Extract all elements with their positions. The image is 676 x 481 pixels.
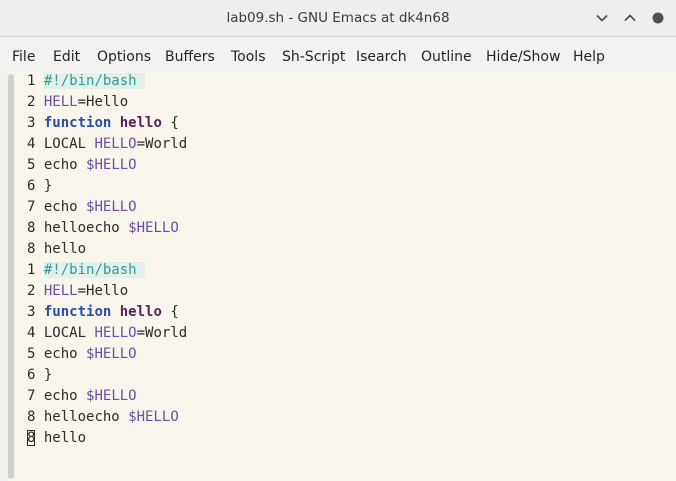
close-button[interactable] <box>649 9 667 27</box>
menu-help[interactable]: Help <box>573 37 605 72</box>
code-token: =Hello <box>77 283 129 299</box>
menu-edit[interactable]: Edit <box>53 37 80 72</box>
menu-options[interactable]: Options <box>97 37 151 72</box>
menu-tools[interactable]: Tools <box>231 37 266 72</box>
code-token: $HELLO <box>86 346 137 362</box>
code-token: #!/bin/bash <box>43 73 145 89</box>
line-number: 1 <box>27 262 36 278</box>
code-line[interactable]: 1 #!/bin/bash <box>27 71 145 92</box>
line-number: 2 <box>27 283 36 299</box>
maximize-button[interactable] <box>621 9 639 27</box>
line-number: 4 <box>27 325 36 341</box>
title-bar[interactable]: lab09.sh - GNU Emacs at dk4n68 <box>0 0 676 37</box>
line-number: 8 <box>27 241 36 257</box>
code-token: function <box>43 115 112 131</box>
code-token: $HELLO <box>86 157 137 173</box>
code-token: HELL <box>43 94 78 110</box>
code-line[interactable]: 8 hello <box>27 428 86 449</box>
code-line[interactable]: 6 } <box>27 365 52 386</box>
code-token: $HELLO <box>128 220 179 236</box>
code-token: HELLO <box>94 136 137 152</box>
code-token: } <box>43 367 53 383</box>
code-token: echo <box>43 346 87 362</box>
code-line[interactable]: 8 helloecho $HELLO <box>27 407 179 428</box>
code-token: LOCAL <box>43 325 95 341</box>
code-token: LOCAL <box>43 136 95 152</box>
code-line[interactable]: 4 LOCAL HELLO=World <box>27 323 187 344</box>
code-token: $HELLO <box>128 409 179 425</box>
chevron-up-icon <box>624 14 636 22</box>
line-number: 7 <box>27 388 36 404</box>
emacs-window: lab09.sh - GNU Emacs at dk4n68 File Edit… <box>0 0 676 481</box>
code-line[interactable]: 7 echo $HELLO <box>27 386 137 407</box>
code-token: hello <box>43 430 87 446</box>
code-line[interactable]: 3 function hello { <box>27 302 179 323</box>
line-number: 1 <box>27 73 36 89</box>
chevron-down-icon <box>596 14 608 22</box>
code-line[interactable]: 8 hello <box>27 239 86 260</box>
code-token: function <box>43 304 112 320</box>
code-token: #!/bin/bash <box>43 262 145 278</box>
code-line[interactable]: 4 LOCAL HELLO=World <box>27 134 187 155</box>
line-number: 2 <box>27 94 36 110</box>
code-line[interactable]: 1 #!/bin/bash <box>27 260 145 281</box>
code-line[interactable]: 5 echo $HELLO <box>27 155 137 176</box>
window-title: lab09.sh - GNU Emacs at dk4n68 <box>226 10 450 26</box>
menu-bar: File Edit Options Buffers Tools Sh-Scrip… <box>0 37 676 72</box>
code-token: } <box>43 178 53 194</box>
menu-sh-script[interactable]: Sh-Script <box>282 37 345 72</box>
code-token: $HELLO <box>86 388 137 404</box>
code-line[interactable]: 6 } <box>27 176 52 197</box>
code-line[interactable]: 7 echo $HELLO <box>27 197 137 218</box>
code-token: echo <box>43 199 87 215</box>
editor-area[interactable]: 1 #!/bin/bash 2 HELL=Hello 3 function hell… <box>0 72 676 481</box>
menu-outline[interactable]: Outline <box>421 37 472 72</box>
line-number: 4 <box>27 136 36 152</box>
line-number: 3 <box>27 304 36 320</box>
line-number-with-cursor: 8 <box>27 430 36 446</box>
code-token: echo <box>43 157 87 173</box>
line-number: 5 <box>27 346 36 362</box>
code-token: { <box>161 304 179 320</box>
code-token: =World <box>136 325 188 341</box>
code-token: hello <box>119 115 162 131</box>
minimize-button[interactable] <box>593 9 611 27</box>
code-token: { <box>161 115 179 131</box>
code-token: helloecho <box>43 409 129 425</box>
menu-isearch[interactable]: Isearch <box>356 37 407 72</box>
code-token: =Hello <box>77 94 129 110</box>
line-number: 5 <box>27 157 36 173</box>
code-line[interactable]: 5 echo $HELLO <box>27 344 137 365</box>
line-number: 8 <box>27 220 36 236</box>
menu-hide-show[interactable]: Hide/Show <box>486 37 560 72</box>
close-circle-icon <box>652 12 664 24</box>
code-token: hello <box>43 241 87 257</box>
line-number: 6 <box>27 367 36 383</box>
code-token: $HELLO <box>86 199 137 215</box>
code-line[interactable]: 3 function hello { <box>27 113 179 134</box>
code-token: helloecho <box>43 220 129 236</box>
code-token: =World <box>136 136 188 152</box>
line-number: 6 <box>27 178 36 194</box>
menu-file[interactable]: File <box>12 37 35 72</box>
code-line[interactable]: 8 helloecho $HELLO <box>27 218 179 239</box>
line-number: 7 <box>27 199 36 215</box>
code-token: HELL <box>43 283 78 299</box>
line-number: 3 <box>27 115 36 131</box>
code-token: echo <box>43 388 87 404</box>
line-number: 8 <box>27 409 36 425</box>
fringe <box>0 72 8 481</box>
code-token: HELLO <box>94 325 137 341</box>
vertical-scrollbar[interactable] <box>8 74 14 479</box>
code-line[interactable]: 2 HELL=Hello <box>27 281 128 302</box>
menu-buffers[interactable]: Buffers <box>165 37 215 72</box>
code-line[interactable]: 2 HELL=Hello <box>27 92 128 113</box>
code-token: hello <box>119 304 162 320</box>
